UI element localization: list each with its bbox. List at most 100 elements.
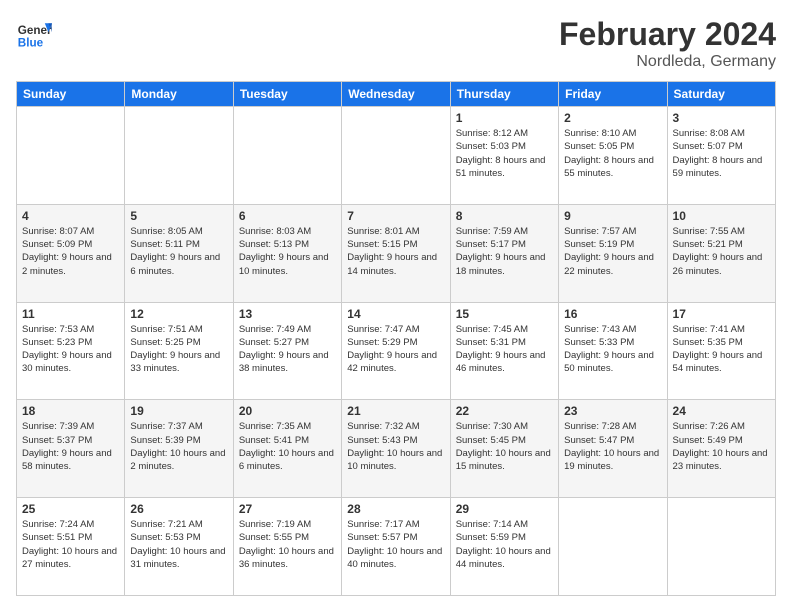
general-blue-icon: General Blue — [16, 16, 52, 52]
calendar-cell: 26 Sunrise: 7:21 AM Sunset: 5:53 PM Dayli… — [125, 498, 233, 596]
day-of-week-header: Saturday — [667, 82, 775, 107]
calendar-cell: 14 Sunrise: 7:47 AM Sunset: 5:29 PM Dayli… — [342, 302, 450, 400]
calendar-cell: 22 Sunrise: 7:30 AM Sunset: 5:45 PM Dayli… — [450, 400, 558, 498]
calendar-week: 11 Sunrise: 7:53 AM Sunset: 5:23 PM Dayli… — [17, 302, 776, 400]
cell-info: Sunrise: 7:43 AM Sunset: 5:33 PM Dayligh… — [564, 323, 661, 376]
calendar-cell: 16 Sunrise: 7:43 AM Sunset: 5:33 PM Dayli… — [559, 302, 667, 400]
month-title: February 2024 — [559, 16, 776, 53]
cell-info: Sunrise: 7:41 AM Sunset: 5:35 PM Dayligh… — [673, 323, 770, 376]
day-number: 10 — [673, 209, 770, 223]
cell-info: Sunrise: 7:24 AM Sunset: 5:51 PM Dayligh… — [22, 518, 119, 571]
cell-info: Sunrise: 8:01 AM Sunset: 5:15 PM Dayligh… — [347, 225, 444, 278]
calendar-cell: 17 Sunrise: 7:41 AM Sunset: 5:35 PM Dayli… — [667, 302, 775, 400]
cell-info: Sunrise: 7:39 AM Sunset: 5:37 PM Dayligh… — [22, 420, 119, 473]
day-number: 13 — [239, 307, 336, 321]
day-number: 27 — [239, 502, 336, 516]
calendar-cell: 21 Sunrise: 7:32 AM Sunset: 5:43 PM Dayli… — [342, 400, 450, 498]
calendar-cell: 8 Sunrise: 7:59 AM Sunset: 5:17 PM Daylig… — [450, 204, 558, 302]
cell-info: Sunrise: 7:26 AM Sunset: 5:49 PM Dayligh… — [673, 420, 770, 473]
calendar-cell — [667, 498, 775, 596]
day-number: 5 — [130, 209, 227, 223]
cell-info: Sunrise: 7:37 AM Sunset: 5:39 PM Dayligh… — [130, 420, 227, 473]
location: Nordleda, Germany — [559, 53, 776, 71]
calendar-week: 25Sunrise: 7:24 AM Sunset: 5:51 PM Dayli… — [17, 498, 776, 596]
day-number: 21 — [347, 404, 444, 418]
calendar-cell: 12 Sunrise: 7:51 AM Sunset: 5:25 PM Dayli… — [125, 302, 233, 400]
cell-info: Sunrise: 8:10 AM Sunset: 5:05 PM Dayligh… — [564, 127, 661, 180]
calendar-cell: 29 Sunrise: 7:14 AM Sunset: 5:59 PM Dayli… — [450, 498, 558, 596]
day-of-week-header: Tuesday — [233, 82, 341, 107]
day-number: 20 — [239, 404, 336, 418]
day-number: 24 — [673, 404, 770, 418]
calendar-cell — [559, 498, 667, 596]
cell-info: Sunrise: 7:21 AM Sunset: 5:53 PM Dayligh… — [130, 518, 227, 571]
day-number: 1 — [456, 111, 553, 125]
cell-info: Sunrise: 7:55 AM Sunset: 5:21 PM Dayligh… — [673, 225, 770, 278]
calendar-cell: 28 Sunrise: 7:17 AM Sunset: 5:57 PM Dayli… — [342, 498, 450, 596]
svg-text:Blue: Blue — [18, 37, 44, 50]
logo: General Blue — [16, 16, 52, 52]
day-number: 17 — [673, 307, 770, 321]
calendar-cell: 19Sunrise: 7:37 AM Sunset: 5:39 PM Dayli… — [125, 400, 233, 498]
calendar-cell: 18 Sunrise: 7:39 AM Sunset: 5:37 PM Dayli… — [17, 400, 125, 498]
calendar-cell: 7 Sunrise: 8:01 AM Sunset: 5:15 PM Daylig… — [342, 204, 450, 302]
calendar-cell — [17, 107, 125, 205]
cell-info: Sunrise: 7:57 AM Sunset: 5:19 PM Dayligh… — [564, 225, 661, 278]
calendar-cell: 27 Sunrise: 7:19 AM Sunset: 5:55 PM Dayli… — [233, 498, 341, 596]
cell-info: Sunrise: 8:05 AM Sunset: 5:11 PM Dayligh… — [130, 225, 227, 278]
day-number: 4 — [22, 209, 119, 223]
calendar-cell: 3 Sunrise: 8:08 AM Sunset: 5:07 PM Daylig… — [667, 107, 775, 205]
day-number: 16 — [564, 307, 661, 321]
cell-info: Sunrise: 7:49 AM Sunset: 5:27 PM Dayligh… — [239, 323, 336, 376]
calendar-cell: 1Sunrise: 8:12 AM Sunset: 5:03 PM Daylig… — [450, 107, 558, 205]
cell-info: Sunrise: 7:59 AM Sunset: 5:17 PM Dayligh… — [456, 225, 553, 278]
calendar-cell: 4Sunrise: 8:07 AM Sunset: 5:09 PM Daylig… — [17, 204, 125, 302]
calendar-cell: 15Sunrise: 7:45 AM Sunset: 5:31 PM Dayli… — [450, 302, 558, 400]
calendar-cell: 25Sunrise: 7:24 AM Sunset: 5:51 PM Dayli… — [17, 498, 125, 596]
cell-info: Sunrise: 7:30 AM Sunset: 5:45 PM Dayligh… — [456, 420, 553, 473]
calendar-cell — [125, 107, 233, 205]
cell-info: Sunrise: 8:03 AM Sunset: 5:13 PM Dayligh… — [239, 225, 336, 278]
day-number: 6 — [239, 209, 336, 223]
calendar-week: 18 Sunrise: 7:39 AM Sunset: 5:37 PM Dayli… — [17, 400, 776, 498]
day-number: 9 — [564, 209, 661, 223]
day-number: 3 — [673, 111, 770, 125]
cell-info: Sunrise: 7:17 AM Sunset: 5:57 PM Dayligh… — [347, 518, 444, 571]
cell-info: Sunrise: 7:14 AM Sunset: 5:59 PM Dayligh… — [456, 518, 553, 571]
calendar-cell: 5 Sunrise: 8:05 AM Sunset: 5:11 PM Daylig… — [125, 204, 233, 302]
calendar-cell: 2Sunrise: 8:10 AM Sunset: 5:05 PM Daylig… — [559, 107, 667, 205]
day-number: 11 — [22, 307, 119, 321]
day-number: 8 — [456, 209, 553, 223]
header: General Blue February 2024 Nordleda, Ger… — [16, 16, 776, 71]
calendar-cell — [233, 107, 341, 205]
day-number: 18 — [22, 404, 119, 418]
day-number: 26 — [130, 502, 227, 516]
calendar-week: 1Sunrise: 8:12 AM Sunset: 5:03 PM Daylig… — [17, 107, 776, 205]
day-of-week-header: Friday — [559, 82, 667, 107]
cell-info: Sunrise: 7:51 AM Sunset: 5:25 PM Dayligh… — [130, 323, 227, 376]
cell-info: Sunrise: 8:08 AM Sunset: 5:07 PM Dayligh… — [673, 127, 770, 180]
day-number: 14 — [347, 307, 444, 321]
cell-info: Sunrise: 7:19 AM Sunset: 5:55 PM Dayligh… — [239, 518, 336, 571]
day-number: 7 — [347, 209, 444, 223]
cell-info: Sunrise: 7:47 AM Sunset: 5:29 PM Dayligh… — [347, 323, 444, 376]
cell-info: Sunrise: 7:35 AM Sunset: 5:41 PM Dayligh… — [239, 420, 336, 473]
day-number: 12 — [130, 307, 227, 321]
cell-info: Sunrise: 7:32 AM Sunset: 5:43 PM Dayligh… — [347, 420, 444, 473]
cell-info: Sunrise: 7:28 AM Sunset: 5:47 PM Dayligh… — [564, 420, 661, 473]
day-number: 28 — [347, 502, 444, 516]
calendar-week: 4Sunrise: 8:07 AM Sunset: 5:09 PM Daylig… — [17, 204, 776, 302]
page: General Blue February 2024 Nordleda, Ger… — [0, 0, 792, 612]
calendar-cell: 11 Sunrise: 7:53 AM Sunset: 5:23 PM Dayli… — [17, 302, 125, 400]
days-of-week-row: SundayMondayTuesdayWednesdayThursdayFrid… — [17, 82, 776, 107]
calendar-cell: 6 Sunrise: 8:03 AM Sunset: 5:13 PM Daylig… — [233, 204, 341, 302]
cell-info: Sunrise: 7:45 AM Sunset: 5:31 PM Dayligh… — [456, 323, 553, 376]
day-number: 22 — [456, 404, 553, 418]
day-of-week-header: Thursday — [450, 82, 558, 107]
day-number: 29 — [456, 502, 553, 516]
cell-info: Sunrise: 7:53 AM Sunset: 5:23 PM Dayligh… — [22, 323, 119, 376]
day-of-week-header: Wednesday — [342, 82, 450, 107]
calendar-cell: 10 Sunrise: 7:55 AM Sunset: 5:21 PM Dayli… — [667, 204, 775, 302]
calendar-cell: 13 Sunrise: 7:49 AM Sunset: 5:27 PM Dayli… — [233, 302, 341, 400]
calendar-cell: 23Sunrise: 7:28 AM Sunset: 5:47 PM Dayli… — [559, 400, 667, 498]
